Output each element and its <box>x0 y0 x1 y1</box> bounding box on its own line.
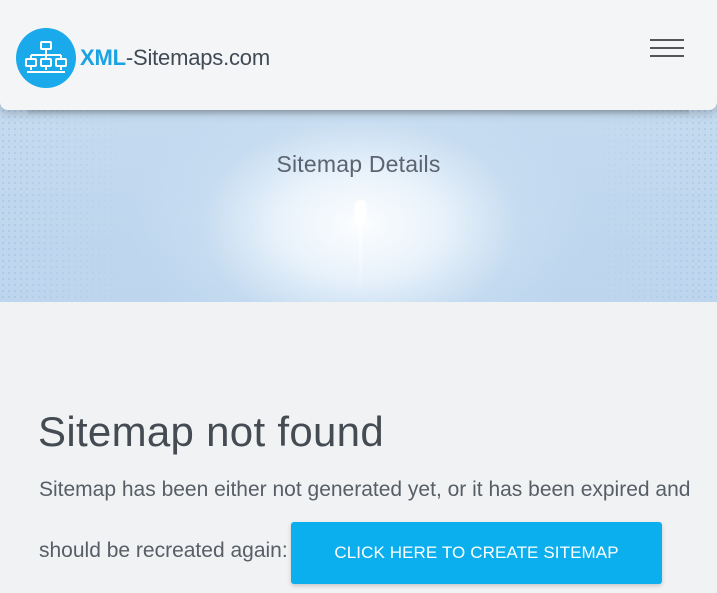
hamburger-menu-icon[interactable] <box>650 37 684 61</box>
header-shadow <box>28 110 689 116</box>
logo-text-rest: -Sitemaps.com <box>125 45 270 70</box>
logo-text: XML-Sitemaps.com <box>80 45 270 71</box>
site-header: XML-Sitemaps.com <box>0 0 717 110</box>
page-title: Sitemap not found <box>38 408 385 455</box>
page: Sitemap Details XML-Sitemaps.com Sitemap… <box>0 0 717 593</box>
hero-light-decoration <box>355 200 366 226</box>
create-sitemap-button[interactable]: CLICK HERE TO CREATE SITEMAP <box>291 522 662 584</box>
site-logo-link[interactable]: XML-Sitemaps.com <box>16 28 270 88</box>
hero-title: Sitemap Details <box>276 151 441 177</box>
sitemap-icon <box>16 28 76 88</box>
message-line-2: should be recreated again: <box>39 539 288 562</box>
main-content: Sitemap not found Sitemap has been eithe… <box>0 302 717 593</box>
hero-light-beam <box>359 226 362 296</box>
message-line-1: Sitemap has been either not generated ye… <box>39 478 691 501</box>
logo-text-strong: XML <box>80 45 126 70</box>
